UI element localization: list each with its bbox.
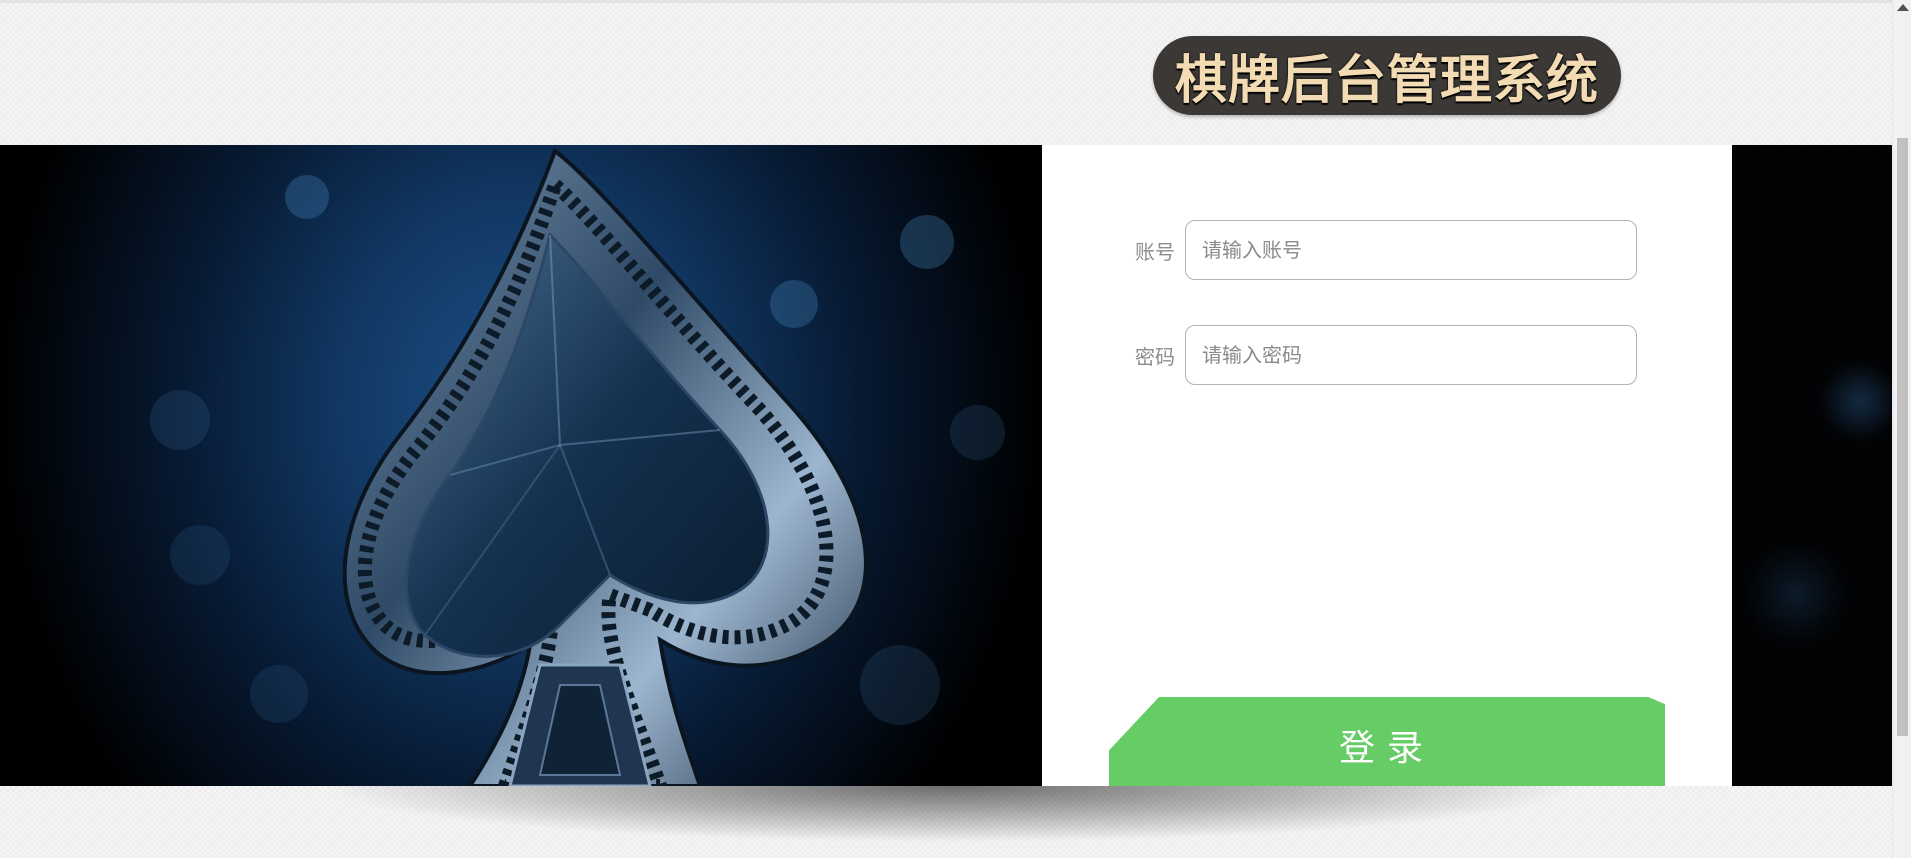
hero-image <box>0 145 1042 786</box>
top-border <box>0 0 1892 3</box>
page-title: 棋牌后台管理系统 <box>1174 51 1599 111</box>
main-band: 账号 密码 登录 <box>0 145 1892 786</box>
scroll-up-arrow-icon[interactable] <box>1897 4 1909 11</box>
login-button-label: 登录 <box>1338 728 1435 769</box>
title-banner: 棋牌后台管理系统 <box>1153 36 1621 115</box>
band-shadow <box>180 786 1720 858</box>
spade-icon <box>342 147 868 786</box>
login-panel: 账号 密码 登录 <box>1042 145 1732 786</box>
password-row: 密码 <box>1135 325 1637 385</box>
scroll-thumb[interactable] <box>1897 138 1908 736</box>
vertical-scrollbar[interactable] <box>1892 0 1911 858</box>
password-input[interactable] <box>1185 325 1637 385</box>
login-button[interactable]: 登录 <box>1109 697 1665 786</box>
account-label: 账号 <box>1135 239 1175 264</box>
password-label: 密码 <box>1135 344 1175 369</box>
account-input[interactable] <box>1185 220 1637 280</box>
right-decor <box>1732 145 1892 786</box>
account-row: 账号 <box>1135 220 1637 280</box>
